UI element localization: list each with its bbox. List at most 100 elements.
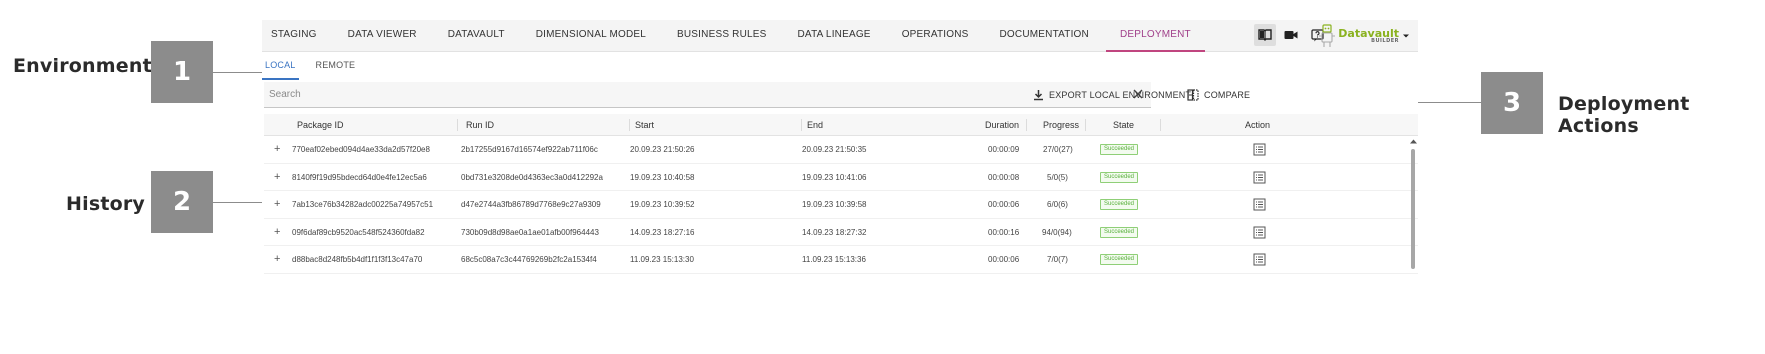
table-header: Package ID Run ID Start End Duration Pro… bbox=[264, 114, 1418, 136]
nav-tab-datavault[interactable]: DATAVAULT bbox=[448, 20, 505, 52]
column-divider bbox=[801, 119, 802, 131]
annotation-history-badge: 2 bbox=[151, 171, 213, 233]
expand-row-button[interactable]: + bbox=[274, 191, 280, 218]
column-header-state[interactable]: State bbox=[1113, 114, 1134, 136]
deployment-history-table: Package ID Run ID Start End Duration Pro… bbox=[264, 114, 1418, 274]
cell-progress: 27/0(27) bbox=[1043, 145, 1073, 154]
cell-start: 14.09.23 18:27:16 bbox=[630, 227, 695, 237]
nav-tab-staging[interactable]: STAGING bbox=[271, 20, 317, 52]
cell-progress: 94/0(94) bbox=[1042, 227, 1072, 237]
cell-package-id: 770eaf02ebed094d4ae33da2d57f20e8 bbox=[292, 145, 430, 154]
cell-start: 19.09.23 10:40:58 bbox=[630, 172, 695, 182]
export-local-environment-button[interactable]: EXPORT LOCAL ENVIRONMENT bbox=[1033, 86, 1191, 104]
expand-row-button[interactable]: + bbox=[274, 136, 280, 163]
status-badge: Succeeded bbox=[1100, 144, 1139, 155]
column-header-start[interactable]: Start bbox=[635, 114, 654, 136]
main-nav: STAGING DATA VIEWER DATAVAULT DIMENSIONA… bbox=[262, 20, 1205, 52]
nav-tab-documentation[interactable]: DOCUMENTATION bbox=[1000, 20, 1089, 52]
nav-tab-data-lineage[interactable]: DATA LINEAGE bbox=[798, 20, 871, 52]
cell-end: 19.09.23 10:41:06 bbox=[802, 172, 867, 182]
cell-progress: 5/0(5) bbox=[1047, 172, 1068, 182]
list-icon[interactable] bbox=[1253, 171, 1266, 184]
search-box bbox=[264, 82, 1151, 108]
column-header-end[interactable]: End bbox=[807, 114, 823, 136]
cell-end: 20.09.23 21:50:35 bbox=[802, 145, 867, 154]
cell-duration: 00:00:08 bbox=[988, 172, 1020, 182]
cell-duration: 00:00:09 bbox=[988, 145, 1020, 154]
nav-tab-deployment[interactable]: DEPLOYMENT bbox=[1105, 20, 1205, 52]
column-divider bbox=[629, 119, 630, 131]
toolbar-icons bbox=[1254, 24, 1328, 46]
cell-duration: 00:00:16 bbox=[988, 227, 1020, 237]
environment-tabs: LOCAL REMOTE bbox=[262, 52, 372, 80]
nav-tab-dimensional-model[interactable]: DIMENSIONAL MODEL bbox=[536, 20, 646, 52]
book-icon[interactable] bbox=[1254, 24, 1276, 46]
datavault-builder-logo[interactable]: Datavault BUILDER bbox=[1319, 22, 1410, 50]
list-icon[interactable] bbox=[1253, 143, 1266, 156]
list-icon[interactable] bbox=[1253, 226, 1266, 239]
cell-package-id: 8140f9f19d95bdecd64d0e4fe12ec5a6 bbox=[292, 172, 427, 182]
cell-duration: 00:00:06 bbox=[988, 255, 1020, 264]
cell-duration: 00:00:06 bbox=[988, 200, 1020, 209]
table-row[interactable]: + 8140f9f19d95bdecd64d0e4fe12ec5a6 0bd73… bbox=[264, 164, 1418, 191]
nav-tab-deployment-label: DEPLOYMENT bbox=[1119, 29, 1191, 40]
vertical-scrollbar[interactable] bbox=[1411, 149, 1415, 269]
annotation-environment-line bbox=[213, 72, 263, 73]
column-header-run-id[interactable]: Run ID bbox=[466, 114, 494, 136]
column-header-action[interactable]: Action bbox=[1245, 114, 1270, 136]
cell-end: 14.09.23 18:27:32 bbox=[802, 227, 867, 237]
table-row[interactable]: + 770eaf02ebed094d4ae33da2d57f20e8 2b172… bbox=[264, 136, 1418, 164]
annotation-environment-badge: 1 bbox=[151, 41, 213, 103]
table-row[interactable]: + 09f6daf89cb9520ac548f524360fda82 730b0… bbox=[264, 219, 1418, 246]
compare-button[interactable]: COMPARE bbox=[1187, 86, 1250, 104]
column-header-progress[interactable]: Progress bbox=[1043, 114, 1079, 136]
search-input[interactable] bbox=[264, 82, 1114, 106]
nav-tab-business-rules[interactable]: BUSINESS RULES bbox=[677, 20, 767, 52]
column-header-package-id[interactable]: Package ID bbox=[297, 114, 344, 136]
cell-run-id: 730b09d8d98ae0a1ae01afb00f964443 bbox=[461, 227, 599, 237]
status-badge: Succeeded bbox=[1100, 171, 1139, 183]
annotation-actions-badge: 3 bbox=[1481, 72, 1543, 134]
column-divider bbox=[1026, 119, 1027, 131]
cell-end: 19.09.23 10:39:58 bbox=[802, 200, 867, 209]
cell-run-id: 0bd731e3208de0d4363ec3a0d412292a bbox=[461, 172, 603, 182]
status-badge: Succeeded bbox=[1100, 226, 1139, 238]
expand-row-button[interactable]: + bbox=[274, 164, 280, 191]
search-and-actions-row: EXPORT LOCAL ENVIRONMENT COMPARE bbox=[262, 82, 1418, 108]
tab-remote[interactable]: REMOTE bbox=[313, 52, 359, 80]
download-icon bbox=[1034, 90, 1043, 101]
status-badge: Succeeded bbox=[1100, 199, 1139, 210]
table-row[interactable]: + d88bac8d248fb5b4df1f1f3f13c47a70 68c5c… bbox=[264, 246, 1418, 274]
scroll-up-arrow-icon[interactable] bbox=[1409, 137, 1418, 146]
cell-progress: 6/0(6) bbox=[1047, 200, 1068, 209]
compare-label: COMPARE bbox=[1204, 90, 1251, 100]
robot-mascot-icon bbox=[1319, 24, 1336, 47]
column-divider bbox=[1085, 119, 1086, 131]
status-badge: Succeeded bbox=[1100, 254, 1139, 265]
top-navigation-bar: STAGING DATA VIEWER DATAVAULT DIMENSIONA… bbox=[262, 20, 1418, 52]
nav-tab-data-viewer[interactable]: DATA VIEWER bbox=[348, 20, 417, 52]
expand-row-button[interactable]: + bbox=[274, 219, 280, 246]
tab-local[interactable]: LOCAL bbox=[262, 52, 299, 80]
cell-end: 11.09.23 15:13:36 bbox=[802, 255, 866, 264]
nav-tab-operations[interactable]: OPERATIONS bbox=[902, 20, 969, 52]
compare-icon bbox=[1187, 89, 1199, 101]
annotation-history-label: History bbox=[66, 193, 146, 215]
cell-run-id: 2b17255d9167d16574ef922ab711f06c bbox=[461, 145, 598, 154]
video-camera-icon[interactable] bbox=[1280, 24, 1302, 46]
deployment-app: STAGING DATA VIEWER DATAVAULT DIMENSIONA… bbox=[262, 20, 1418, 304]
chevron-down-icon[interactable] bbox=[1402, 33, 1410, 39]
cell-package-id: 7ab13ce76b34282adc00225a74957c51 bbox=[292, 200, 434, 209]
cell-package-id: d88bac8d248fb5b4df1f1f3f13c47a70 bbox=[292, 255, 423, 264]
column-header-duration[interactable]: Duration bbox=[985, 114, 1019, 136]
cell-start: 20.09.23 21:50:26 bbox=[630, 145, 695, 154]
column-divider bbox=[457, 119, 458, 131]
list-icon[interactable] bbox=[1253, 198, 1266, 211]
cell-start: 19.09.23 10:39:52 bbox=[630, 200, 695, 209]
table-row[interactable]: + 7ab13ce76b34282adc00225a74957c51 d47e2… bbox=[264, 191, 1418, 219]
annotation-actions-label: Deployment Actions bbox=[1558, 93, 1690, 137]
expand-row-button[interactable]: + bbox=[274, 246, 280, 273]
annotation-environment-label: Environment bbox=[13, 55, 152, 77]
column-divider bbox=[1160, 119, 1161, 131]
list-icon[interactable] bbox=[1253, 253, 1266, 266]
